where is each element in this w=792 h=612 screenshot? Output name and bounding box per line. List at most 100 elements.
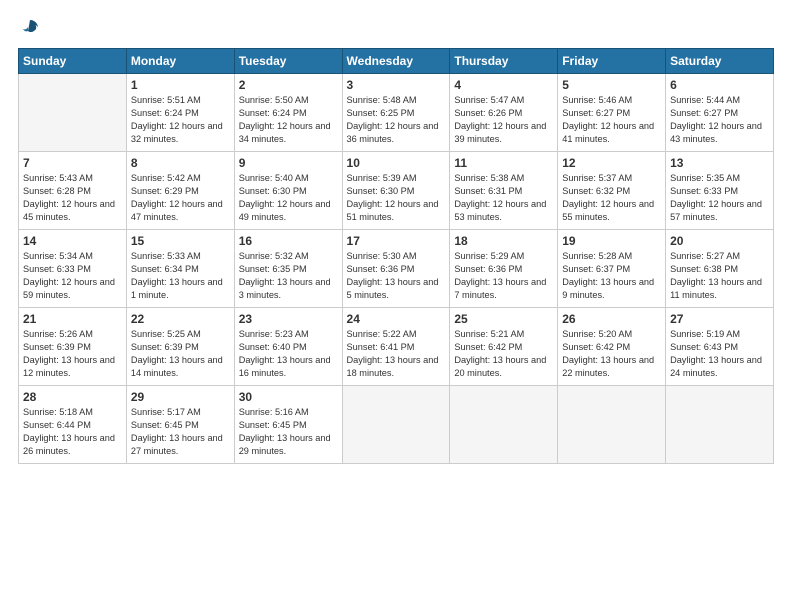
day-number: 16 [239, 234, 338, 248]
calendar-day-cell: 2 Sunrise: 5:50 AM Sunset: 6:24 PM Daylig… [234, 74, 342, 152]
calendar-day-cell: 11 Sunrise: 5:38 AM Sunset: 6:31 PM Dayli… [450, 152, 558, 230]
calendar-day-cell [450, 386, 558, 464]
weekday-header: Friday [558, 49, 666, 74]
calendar-day-cell: 4 Sunrise: 5:47 AM Sunset: 6:26 PM Daylig… [450, 74, 558, 152]
day-number: 7 [23, 156, 122, 170]
day-number: 5 [562, 78, 661, 92]
calendar-day-cell: 24Sunrise: 5:22 AM Sunset: 6:41 PM Dayli… [342, 308, 450, 386]
calendar-week-row: 1 Sunrise: 5:51 AM Sunset: 6:24 PM Daylig… [19, 74, 774, 152]
day-number: 30 [239, 390, 338, 404]
day-number: 13 [670, 156, 769, 170]
calendar-day-cell: 6Sunrise: 5:44 AM Sunset: 6:27 PM Daylig… [666, 74, 774, 152]
calendar-week-row: 28Sunrise: 5:18 AM Sunset: 6:44 PM Dayli… [19, 386, 774, 464]
day-info: Sunrise: 5:33 AM Sunset: 6:34 PM Dayligh… [131, 250, 230, 302]
calendar-day-cell: 12 Sunrise: 5:37 AM Sunset: 6:32 PM Dayli… [558, 152, 666, 230]
calendar-day-cell [558, 386, 666, 464]
day-number: 20 [670, 234, 769, 248]
calendar-day-cell: 1 Sunrise: 5:51 AM Sunset: 6:24 PM Daylig… [126, 74, 234, 152]
calendar-day-cell: 21 Sunrise: 5:26 AM Sunset: 6:39 PM Dayli… [19, 308, 127, 386]
logo [18, 18, 40, 38]
calendar-day-cell: 27 Sunrise: 5:19 AM Sunset: 6:43 PM Dayli… [666, 308, 774, 386]
day-info: Sunrise: 5:34 AM Sunset: 6:33 PM Dayligh… [23, 250, 122, 302]
main-container: SundayMondayTuesdayWednesdayThursdayFrid… [0, 0, 792, 612]
calendar-week-row: 14 Sunrise: 5:34 AM Sunset: 6:33 PM Dayli… [19, 230, 774, 308]
day-info: Sunrise: 5:28 AM Sunset: 6:37 PM Dayligh… [562, 250, 661, 302]
day-number: 27 [670, 312, 769, 326]
logo-bird-icon [20, 18, 40, 38]
day-info: Sunrise: 5:46 AM Sunset: 6:27 PM Dayligh… [562, 94, 661, 146]
day-info: Sunrise: 5:20 AM Sunset: 6:42 PM Dayligh… [562, 328, 661, 380]
weekday-header: Wednesday [342, 49, 450, 74]
day-number: 1 [131, 78, 230, 92]
calendar-day-cell: 18 Sunrise: 5:29 AM Sunset: 6:36 PM Dayli… [450, 230, 558, 308]
day-info: Sunrise: 5:22 AM Sunset: 6:41 PM Dayligh… [347, 328, 446, 380]
day-info: Sunrise: 5:40 AM Sunset: 6:30 PM Dayligh… [239, 172, 338, 224]
day-info: Sunrise: 5:32 AM Sunset: 6:35 PM Dayligh… [239, 250, 338, 302]
day-number: 8 [131, 156, 230, 170]
calendar-week-row: 7 Sunrise: 5:43 AM Sunset: 6:28 PM Daylig… [19, 152, 774, 230]
calendar-day-cell: 23 Sunrise: 5:23 AM Sunset: 6:40 PM Dayli… [234, 308, 342, 386]
day-number: 15 [131, 234, 230, 248]
day-info: Sunrise: 5:38 AM Sunset: 6:31 PM Dayligh… [454, 172, 553, 224]
day-number: 29 [131, 390, 230, 404]
weekday-header: Saturday [666, 49, 774, 74]
day-info: Sunrise: 5:50 AM Sunset: 6:24 PM Dayligh… [239, 94, 338, 146]
calendar-day-cell: 9 Sunrise: 5:40 AM Sunset: 6:30 PM Daylig… [234, 152, 342, 230]
calendar-day-cell: 29 Sunrise: 5:17 AM Sunset: 6:45 PM Dayli… [126, 386, 234, 464]
calendar-day-cell: 5 Sunrise: 5:46 AM Sunset: 6:27 PM Daylig… [558, 74, 666, 152]
day-number: 25 [454, 312, 553, 326]
day-info: Sunrise: 5:27 AM Sunset: 6:38 PM Dayligh… [670, 250, 769, 302]
calendar-day-cell: 7 Sunrise: 5:43 AM Sunset: 6:28 PM Daylig… [19, 152, 127, 230]
calendar-day-cell: 16 Sunrise: 5:32 AM Sunset: 6:35 PM Dayli… [234, 230, 342, 308]
weekday-header-row: SundayMondayTuesdayWednesdayThursdayFrid… [19, 49, 774, 74]
day-number: 23 [239, 312, 338, 326]
day-number: 18 [454, 234, 553, 248]
day-number: 9 [239, 156, 338, 170]
day-number: 12 [562, 156, 661, 170]
day-info: Sunrise: 5:37 AM Sunset: 6:32 PM Dayligh… [562, 172, 661, 224]
day-info: Sunrise: 5:23 AM Sunset: 6:40 PM Dayligh… [239, 328, 338, 380]
calendar-day-cell [342, 386, 450, 464]
day-number: 14 [23, 234, 122, 248]
day-info: Sunrise: 5:25 AM Sunset: 6:39 PM Dayligh… [131, 328, 230, 380]
day-info: Sunrise: 5:51 AM Sunset: 6:24 PM Dayligh… [131, 94, 230, 146]
day-number: 3 [347, 78, 446, 92]
day-number: 26 [562, 312, 661, 326]
day-info: Sunrise: 5:42 AM Sunset: 6:29 PM Dayligh… [131, 172, 230, 224]
day-info: Sunrise: 5:18 AM Sunset: 6:44 PM Dayligh… [23, 406, 122, 458]
day-info: Sunrise: 5:29 AM Sunset: 6:36 PM Dayligh… [454, 250, 553, 302]
calendar-day-cell: 13Sunrise: 5:35 AM Sunset: 6:33 PM Dayli… [666, 152, 774, 230]
day-info: Sunrise: 5:21 AM Sunset: 6:42 PM Dayligh… [454, 328, 553, 380]
calendar-day-cell: 22 Sunrise: 5:25 AM Sunset: 6:39 PM Dayli… [126, 308, 234, 386]
weekday-header: Tuesday [234, 49, 342, 74]
calendar-day-cell: 28Sunrise: 5:18 AM Sunset: 6:44 PM Dayli… [19, 386, 127, 464]
calendar-day-cell: 3 Sunrise: 5:48 AM Sunset: 6:25 PM Daylig… [342, 74, 450, 152]
calendar-table: SundayMondayTuesdayWednesdayThursdayFrid… [18, 48, 774, 464]
day-number: 2 [239, 78, 338, 92]
day-number: 22 [131, 312, 230, 326]
calendar-day-cell: 20 Sunrise: 5:27 AM Sunset: 6:38 PM Dayli… [666, 230, 774, 308]
day-number: 19 [562, 234, 661, 248]
day-info: Sunrise: 5:19 AM Sunset: 6:43 PM Dayligh… [670, 328, 769, 380]
weekday-header: Sunday [19, 49, 127, 74]
day-number: 11 [454, 156, 553, 170]
day-info: Sunrise: 5:44 AM Sunset: 6:27 PM Dayligh… [670, 94, 769, 146]
calendar-day-cell: 15 Sunrise: 5:33 AM Sunset: 6:34 PM Dayli… [126, 230, 234, 308]
day-number: 21 [23, 312, 122, 326]
day-info: Sunrise: 5:39 AM Sunset: 6:30 PM Dayligh… [347, 172, 446, 224]
day-number: 10 [347, 156, 446, 170]
day-info: Sunrise: 5:30 AM Sunset: 6:36 PM Dayligh… [347, 250, 446, 302]
calendar-day-cell: 19 Sunrise: 5:28 AM Sunset: 6:37 PM Dayli… [558, 230, 666, 308]
calendar-week-row: 21 Sunrise: 5:26 AM Sunset: 6:39 PM Dayli… [19, 308, 774, 386]
day-info: Sunrise: 5:47 AM Sunset: 6:26 PM Dayligh… [454, 94, 553, 146]
day-info: Sunrise: 5:17 AM Sunset: 6:45 PM Dayligh… [131, 406, 230, 458]
day-info: Sunrise: 5:48 AM Sunset: 6:25 PM Dayligh… [347, 94, 446, 146]
day-info: Sunrise: 5:43 AM Sunset: 6:28 PM Dayligh… [23, 172, 122, 224]
calendar-day-cell [666, 386, 774, 464]
day-number: 17 [347, 234, 446, 248]
calendar-day-cell: 30Sunrise: 5:16 AM Sunset: 6:45 PM Dayli… [234, 386, 342, 464]
calendar-day-cell [19, 74, 127, 152]
day-number: 4 [454, 78, 553, 92]
calendar-day-cell: 25 Sunrise: 5:21 AM Sunset: 6:42 PM Dayli… [450, 308, 558, 386]
day-info: Sunrise: 5:26 AM Sunset: 6:39 PM Dayligh… [23, 328, 122, 380]
